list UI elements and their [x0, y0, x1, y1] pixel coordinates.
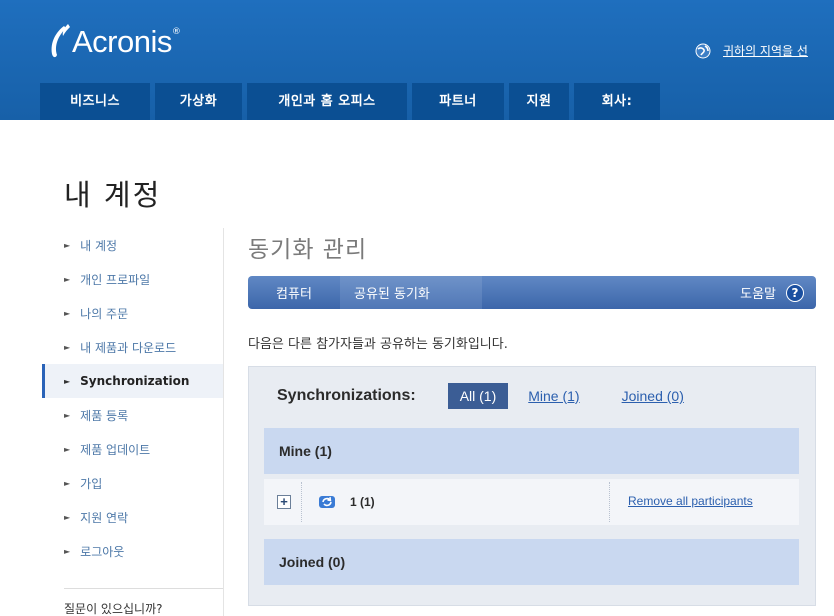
page-title: 내 계정 [64, 178, 162, 212]
nav-tab-partners[interactable]: 파트너 [412, 83, 504, 120]
sidebar-item-label: 제품 업데이트 [80, 442, 151, 457]
sidebar-item-synchronization[interactable]: ► Synchronization [42, 364, 223, 398]
arrow-right-icon: ► [64, 444, 71, 454]
description-text: 다음은 다른 참가자들과 공유하는 동기화입니다. [248, 337, 508, 352]
remove-all-participants-link[interactable]: Remove all participants [628, 494, 753, 508]
arrow-right-icon: ► [64, 240, 71, 250]
sidebar-item-label: 제품 등록 [80, 408, 129, 423]
arrow-right-icon: ► [64, 546, 71, 556]
site-header: Acronis ® 귀하의 지역을 선 비즈니스 가상화 개인과 홈 오피스 파… [0, 0, 834, 120]
acronis-logo[interactable]: Acronis ® [44, 20, 181, 64]
group-header-label: Joined (0) [279, 554, 346, 570]
group-header-joined: Joined (0) [264, 539, 799, 585]
sync-row-label: 1 (1) [350, 495, 375, 509]
section-title: 동기화 관리 [248, 237, 368, 263]
synchronizations-panel: Synchronizations: All (1) Mine (1) Joine… [248, 366, 816, 606]
arrow-right-icon: ► [64, 512, 71, 522]
group-header-mine: Mine (1) [264, 428, 799, 474]
arrow-right-icon: ► [64, 342, 71, 352]
sidebar-item-label: 지원 연락 [80, 510, 129, 525]
nav-tab-business[interactable]: 비즈니스 [40, 83, 150, 120]
sidebar-item-label: 개인 프로파일 [80, 272, 151, 287]
sidebar-item-product-updates[interactable]: ► 제품 업데이트 [42, 432, 223, 466]
tab-shared-syncs[interactable]: 공유된 동기화 [340, 276, 482, 309]
nav-tab-virtualization[interactable]: 가상화 [155, 83, 242, 120]
filter-mine[interactable]: Mine (1) [528, 388, 579, 404]
sidebar-item-label: 가입 [80, 476, 103, 491]
arrow-right-icon: ► [64, 274, 71, 284]
row-divider [301, 482, 302, 522]
help-label: 도움말 [740, 287, 776, 302]
sync-row: + 1 (1) Remove all participants [264, 479, 799, 525]
nav-tab-company[interactable]: 회사: [574, 83, 660, 120]
sidebar-item-label: 나의 주문 [80, 306, 129, 321]
panel-header: Synchronizations: All (1) Mine (1) Joine… [277, 383, 807, 409]
sidebar-item-label: 로그아웃 [80, 544, 125, 559]
sidebar-item-logout[interactable]: ► 로그아웃 [42, 534, 223, 568]
sidebar-item-products-downloads[interactable]: ► 내 제품과 다운로드 [42, 330, 223, 364]
nav-tab-support[interactable]: 지원 [509, 83, 569, 120]
account-sidebar: ► 내 계정 ► 개인 프로파일 ► 나의 주문 ► 내 제품과 다운로드 ► … [42, 228, 224, 616]
main-nav: 비즈니스 가상화 개인과 홈 오피스 파트너 지원 회사: [40, 83, 660, 120]
sidebar-question-heading: 질문이 있으십니까? [64, 602, 163, 616]
arrow-right-icon: ► [64, 410, 71, 420]
panel-title: Synchronizations: [277, 387, 416, 404]
filter-all[interactable]: All (1) [447, 383, 509, 409]
sidebar-item-product-registration[interactable]: ► 제품 등록 [42, 398, 223, 432]
sync-subtabs: 컴퓨터 공유된 동기화 도움말 ? [248, 276, 816, 309]
nav-tab-home-office[interactable]: 개인과 홈 오피스 [247, 83, 407, 120]
expand-icon[interactable]: + [277, 495, 291, 509]
region-link[interactable]: 귀하의 지역을 선 [723, 42, 808, 59]
filter-joined[interactable]: Joined (0) [622, 388, 684, 404]
arrow-right-icon: ► [64, 478, 71, 488]
arrow-right-icon: ► [64, 308, 71, 318]
sync-icon [319, 496, 335, 508]
sidebar-divider [64, 588, 223, 589]
region-selector[interactable]: 귀하의 지역을 선 [695, 42, 808, 59]
sidebar-item-label: 내 제품과 다운로드 [80, 340, 177, 355]
sidebar-item-my-account[interactable]: ► 내 계정 [42, 228, 223, 262]
globe-icon [695, 43, 711, 58]
help-icon: ? [786, 283, 804, 302]
logo-wordmark: Acronis [72, 24, 172, 59]
tab-computers[interactable]: 컴퓨터 [248, 276, 340, 309]
row-divider [609, 482, 610, 522]
sidebar-item-label: Synchronization [80, 374, 190, 388]
acronis-swoosh-icon [51, 24, 70, 58]
sidebar-item-profile[interactable]: ► 개인 프로파일 [42, 262, 223, 296]
sidebar-item-orders[interactable]: ► 나의 주문 [42, 296, 223, 330]
sidebar-item-subscriptions[interactable]: ► 가입 [42, 466, 223, 500]
arrow-right-icon: ► [64, 376, 71, 386]
sidebar-item-contact-support[interactable]: ► 지원 연락 [42, 500, 223, 534]
sidebar-item-label: 내 계정 [80, 238, 118, 253]
group-header-label: Mine (1) [279, 443, 332, 459]
registered-mark: ® [171, 27, 181, 37]
help-link[interactable]: 도움말 ? [740, 283, 816, 302]
